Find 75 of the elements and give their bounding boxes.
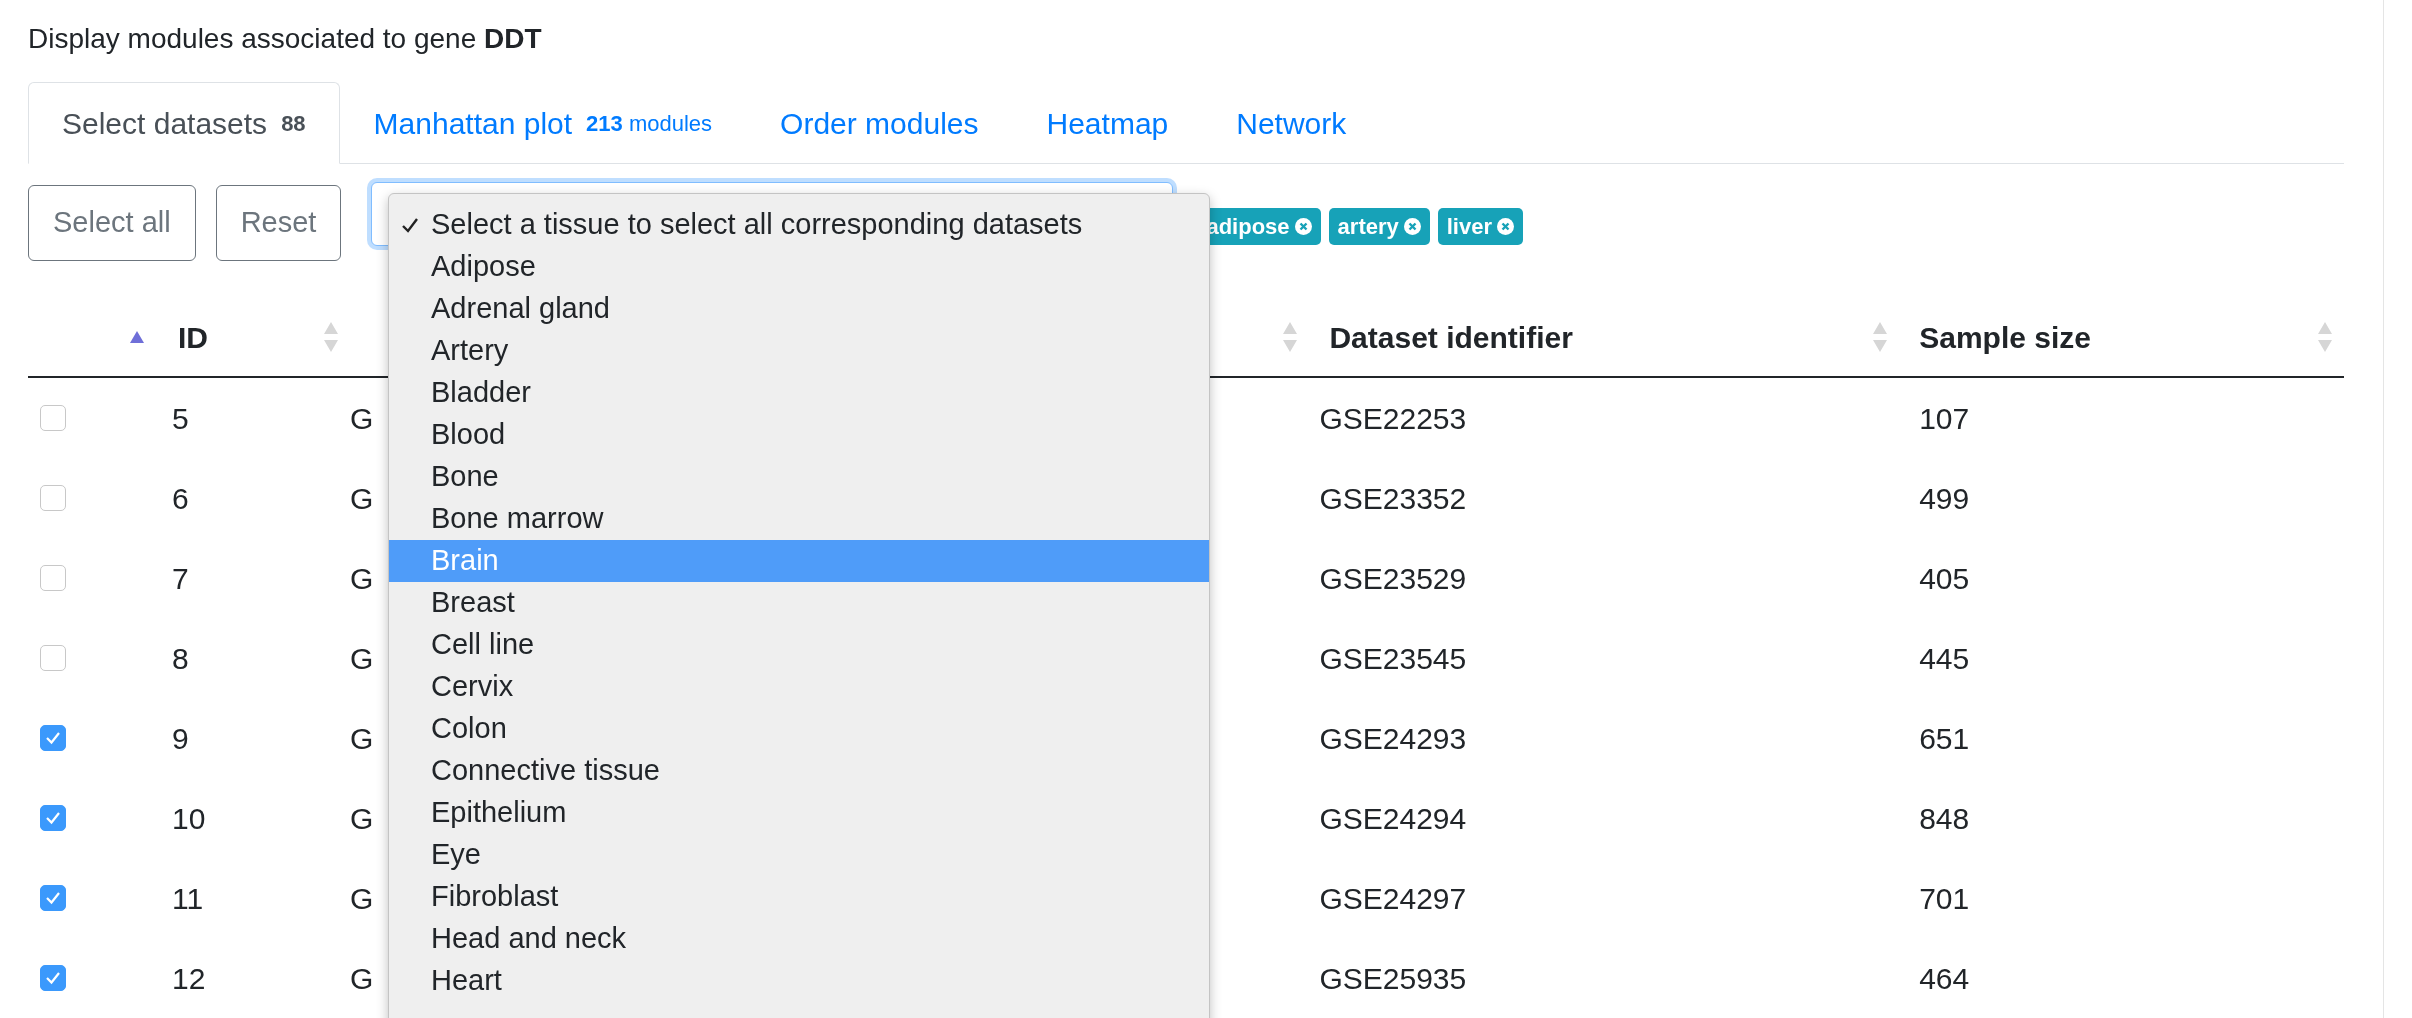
table-cell: 107	[1919, 401, 1970, 435]
table-cell: G	[349, 561, 374, 595]
column-header: ID	[177, 319, 208, 356]
table-cell: GSE23529	[1319, 561, 1467, 595]
tissue-tag: liver	[1437, 207, 1523, 245]
table-cell: 9	[171, 721, 189, 755]
toolbar-button[interactable]: Select all	[28, 185, 196, 261]
table-cell: 7	[171, 561, 189, 595]
check-icon	[401, 216, 419, 234]
dropdown-option[interactable]: Artery	[389, 330, 1209, 372]
dropdown-option[interactable]: Bone	[389, 456, 1209, 498]
table-cell: 6	[171, 481, 189, 515]
table-cell: 5	[171, 401, 189, 435]
table-cell: G	[349, 801, 374, 835]
remove-icon[interactable]	[1294, 217, 1312, 235]
dropdown-option[interactable]: Cell line	[389, 624, 1209, 666]
table-cell: GSE24293	[1319, 721, 1467, 755]
row-checkbox[interactable]	[40, 485, 66, 511]
dropdown-option[interactable]: Blood	[389, 414, 1209, 456]
table-cell: G	[349, 961, 374, 995]
dropdown-option[interactable]: Adrenal gland	[389, 288, 1209, 330]
table-cell: G	[349, 481, 374, 515]
table-cell: 12	[171, 961, 206, 995]
column-header: Sample size	[1919, 319, 2091, 356]
dropdown-option[interactable]: Colon	[389, 708, 1209, 750]
toolbar-button[interactable]: Reset	[215, 185, 342, 261]
row-checkbox[interactable]	[40, 565, 66, 591]
table-cell: 464	[1919, 961, 1970, 995]
tab[interactable]: Select datasets 88	[28, 82, 340, 164]
table-cell: 8	[171, 641, 189, 675]
table-cell: 445	[1919, 641, 1970, 675]
table-cell: GSE25935	[1319, 961, 1467, 995]
dropdown-option[interactable]: Bladder	[389, 372, 1209, 414]
table-cell: G	[349, 721, 374, 755]
table-cell: GSE23545	[1319, 641, 1467, 675]
table-cell: GSE22253	[1319, 401, 1467, 435]
column-header: Dataset identifier	[1329, 319, 1573, 356]
table-cell: G	[349, 641, 374, 675]
dropdown-option[interactable]: Epithelium	[389, 792, 1209, 834]
table-cell: 701	[1919, 881, 1970, 915]
table-cell: G	[349, 401, 374, 435]
sort-up-icon[interactable]	[129, 331, 144, 343]
page-heading: Display modules associated to gene DDT	[28, 22, 543, 56]
dropdown-option[interactable]: Bone marrow	[389, 498, 1209, 540]
tab[interactable]: Order modules	[746, 82, 1013, 164]
table-cell: G	[349, 881, 374, 915]
dropdown-option[interactable]: Head and neck	[389, 918, 1209, 960]
row-checkbox[interactable]	[40, 725, 66, 751]
remove-icon[interactable]	[1497, 217, 1514, 235]
table-cell: 848	[1919, 801, 1970, 835]
dropdown-option[interactable]: Connective tissue	[389, 750, 1209, 792]
remove-icon[interactable]	[1403, 217, 1421, 235]
table-cell: GSE24297	[1319, 881, 1467, 915]
table-cell: 499	[1919, 481, 1970, 515]
dropdown-option[interactable]: Breast	[389, 582, 1209, 624]
table-cell: 405	[1919, 561, 1970, 595]
row-checkbox[interactable]	[40, 885, 66, 911]
tab[interactable]: Manhattan plot 213 modules	[339, 82, 747, 164]
table-cell: GSE23352	[1319, 481, 1467, 515]
dropdown-option[interactable]: Eye	[389, 834, 1209, 876]
row-checkbox[interactable]	[40, 805, 66, 831]
tab[interactable]: Network	[1202, 82, 1381, 164]
row-checkbox[interactable]	[40, 645, 66, 671]
dropdown-option[interactable]: Adipose	[389, 246, 1209, 288]
dropdown-option[interactable]: Heart	[389, 960, 1209, 1002]
table-cell: 651	[1919, 721, 1970, 755]
table-cell: GSE24294	[1319, 801, 1467, 835]
table-cell: 10	[171, 801, 206, 835]
table-cell: 11	[171, 881, 204, 915]
dropdown-option[interactable]: Fibroblast	[389, 876, 1209, 918]
tab[interactable]: Heatmap	[1012, 82, 1203, 164]
tissue-tag: artery	[1328, 207, 1430, 245]
row-checkbox[interactable]	[40, 405, 66, 431]
dropdown-option[interactable]: Cervix	[389, 666, 1209, 708]
row-checkbox[interactable]	[40, 965, 66, 991]
